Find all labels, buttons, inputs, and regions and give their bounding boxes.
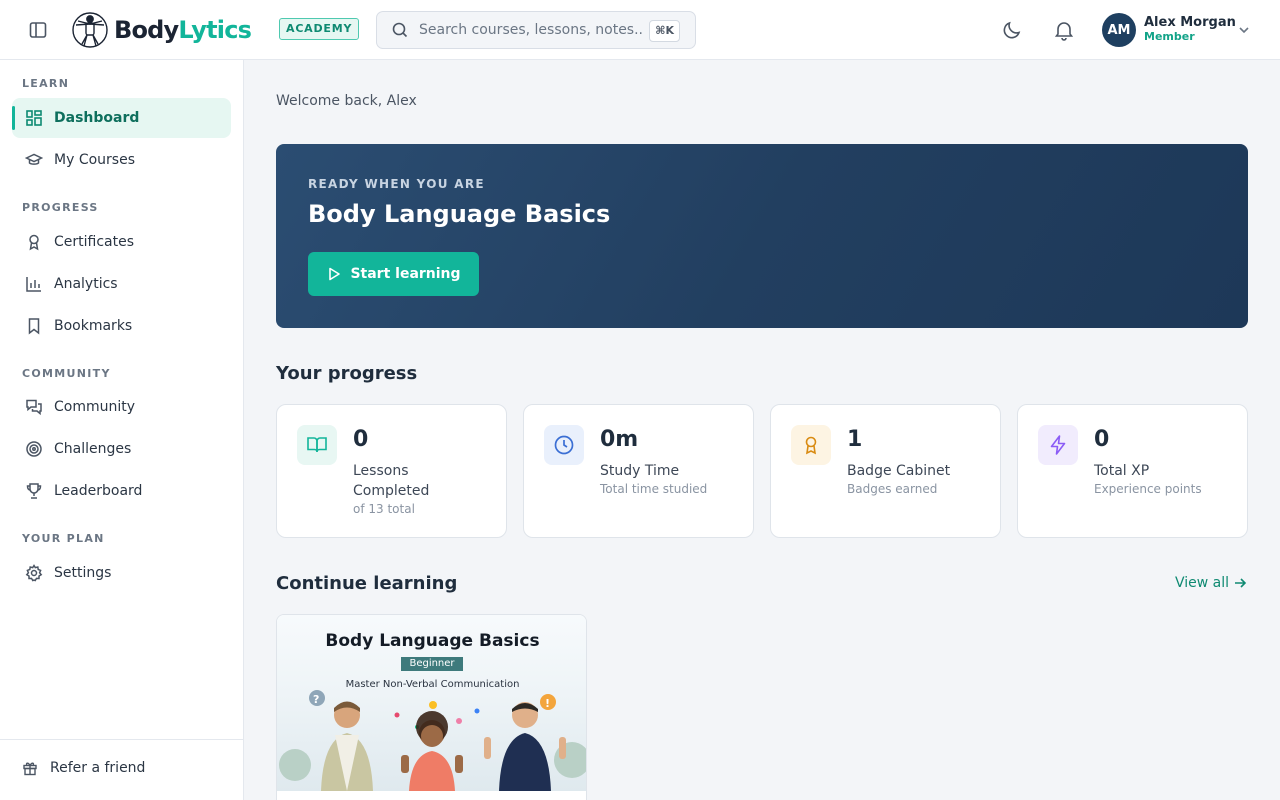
graduation-cap-icon [25, 151, 43, 169]
notifications-bell-icon[interactable] [1052, 18, 1076, 42]
stat-label: Study Time [600, 463, 680, 479]
stat-label: Lessons Completed [353, 463, 430, 499]
svg-text:?: ? [313, 693, 319, 706]
start-learning-label: Start learning [350, 266, 461, 282]
grid-icon [25, 109, 43, 127]
sidebar-item-analytics[interactable]: Analytics [12, 264, 231, 304]
stat-subtext: of 13 total [353, 502, 415, 516]
progress-section-title: Your progress [276, 363, 418, 384]
bookmark-icon [25, 317, 43, 335]
sidebar-footer: Refer a friend [0, 739, 243, 800]
lightning-icon [1038, 425, 1078, 465]
chat-icon [25, 398, 43, 416]
sidebar-item-certificates[interactable]: Certificates [12, 222, 231, 262]
view-all-link[interactable]: View all [1175, 575, 1247, 591]
stat-label: Total XP [1094, 463, 1150, 479]
sidebar-item-label: Certificates [54, 234, 135, 250]
vitruvian-logo-icon [72, 12, 108, 48]
open-book-icon [297, 425, 337, 465]
stat-card-badges: 1 Badge Cabinet Badges earned [770, 404, 1001, 538]
target-icon [25, 440, 43, 458]
refer-a-friend-label: Refer a friend [50, 760, 146, 776]
stat-value: 0 [1094, 427, 1110, 452]
bar-chart-icon [25, 275, 43, 293]
stat-label: Badge Cabinet [847, 463, 951, 479]
sidebar-item-community[interactable]: Community [12, 387, 231, 427]
play-icon [326, 266, 342, 282]
user-avatar[interactable]: AM [1102, 13, 1136, 47]
brand-name: BodyLytics [114, 16, 252, 44]
sidebar-item-dashboard[interactable]: Dashboard [12, 98, 231, 138]
svg-text:!: ! [545, 697, 550, 710]
gift-icon [22, 760, 38, 776]
hero-kicker: READY WHEN YOU ARE [308, 177, 485, 191]
sidebar-item-label: Community [54, 399, 136, 415]
course-card[interactable]: Body Language Basics Beginner Master Non… [276, 614, 587, 800]
course-thumbnail: Body Language Basics Beginner Master Non… [277, 615, 586, 791]
refer-a-friend-link[interactable]: Refer a friend [22, 760, 145, 776]
sidebar-item-label: Bookmarks [54, 318, 133, 334]
sidebar-item-my-courses[interactable]: My Courses [12, 140, 231, 180]
award-icon [791, 425, 831, 465]
user-name[interactable]: Alex Morgan [1144, 15, 1236, 30]
user-role: Member [1144, 30, 1195, 43]
stat-value: 1 [847, 427, 863, 452]
award-icon [25, 233, 43, 251]
course-illustration: ? ! [279, 690, 586, 791]
stat-value: 0m [600, 427, 639, 452]
sidebar-item-label: Leaderboard [54, 483, 143, 499]
section-label-community: COMMUNITY [22, 367, 111, 380]
search-input[interactable] [419, 22, 644, 38]
stat-value: 0 [353, 427, 369, 452]
stat-subtext: Badges earned [847, 482, 938, 496]
arrow-right-icon [1233, 576, 1247, 590]
sidebar-item-leaderboard[interactable]: Leaderboard [12, 471, 231, 511]
start-learning-button[interactable]: Start learning [308, 252, 479, 296]
sidebar-item-label: Challenges [54, 441, 132, 457]
stat-card-lessons: 0 Lessons Completed of 13 total [276, 404, 507, 538]
sidebar-item-label: Dashboard [54, 110, 140, 126]
brand-name-part1: Body [114, 16, 179, 44]
sidebar-item-bookmarks[interactable]: Bookmarks [12, 306, 231, 346]
stat-subtext: Experience points [1094, 482, 1202, 496]
trophy-icon [25, 482, 43, 500]
continue-learning-title: Continue learning [276, 573, 458, 594]
search-bar[interactable]: ⌘K [376, 11, 696, 49]
stat-subtext: Total time studied [600, 482, 708, 496]
search-shortcut-key: ⌘K [649, 20, 680, 42]
sidebar-item-challenges[interactable]: Challenges [12, 429, 231, 469]
stat-card-xp: 0 Total XP Experience points [1017, 404, 1248, 538]
sidebar-item-settings[interactable]: Settings [12, 553, 231, 593]
sidebar-toggle-icon[interactable] [26, 18, 50, 42]
academy-badge: ACADEMY [279, 18, 360, 40]
section-label-your-plan: YOUR PLAN [22, 532, 105, 545]
section-label-progress: PROGRESS [22, 201, 99, 214]
dark-mode-moon-icon[interactable] [1000, 18, 1024, 42]
top-header: BodyLytics ACADEMY ⌘K AM Alex Morgan Mem… [0, 0, 1280, 60]
search-icon [391, 21, 409, 39]
hero-course-title: Body Language Basics [308, 200, 611, 228]
welcome-message: Welcome back, Alex [276, 93, 417, 109]
sidebar: LEARN Dashboard My Courses PROGRESS Cert… [0, 60, 244, 800]
section-label-learn: LEARN [22, 77, 70, 90]
sidebar-item-label: My Courses [54, 152, 135, 168]
chevron-down-icon[interactable] [1237, 23, 1251, 37]
gear-icon [25, 564, 43, 582]
stat-card-study-time: 0m Study Time Total time studied [523, 404, 754, 538]
brand-name-part2: Lytics [178, 16, 252, 44]
sidebar-item-label: Settings [54, 565, 112, 581]
view-all-label: View all [1175, 575, 1230, 591]
hero-banner: READY WHEN YOU ARE Body Language Basics … [276, 144, 1248, 328]
brand-logo[interactable]: BodyLytics [70, 9, 252, 51]
clock-icon [544, 425, 584, 465]
sidebar-item-label: Analytics [54, 276, 118, 292]
